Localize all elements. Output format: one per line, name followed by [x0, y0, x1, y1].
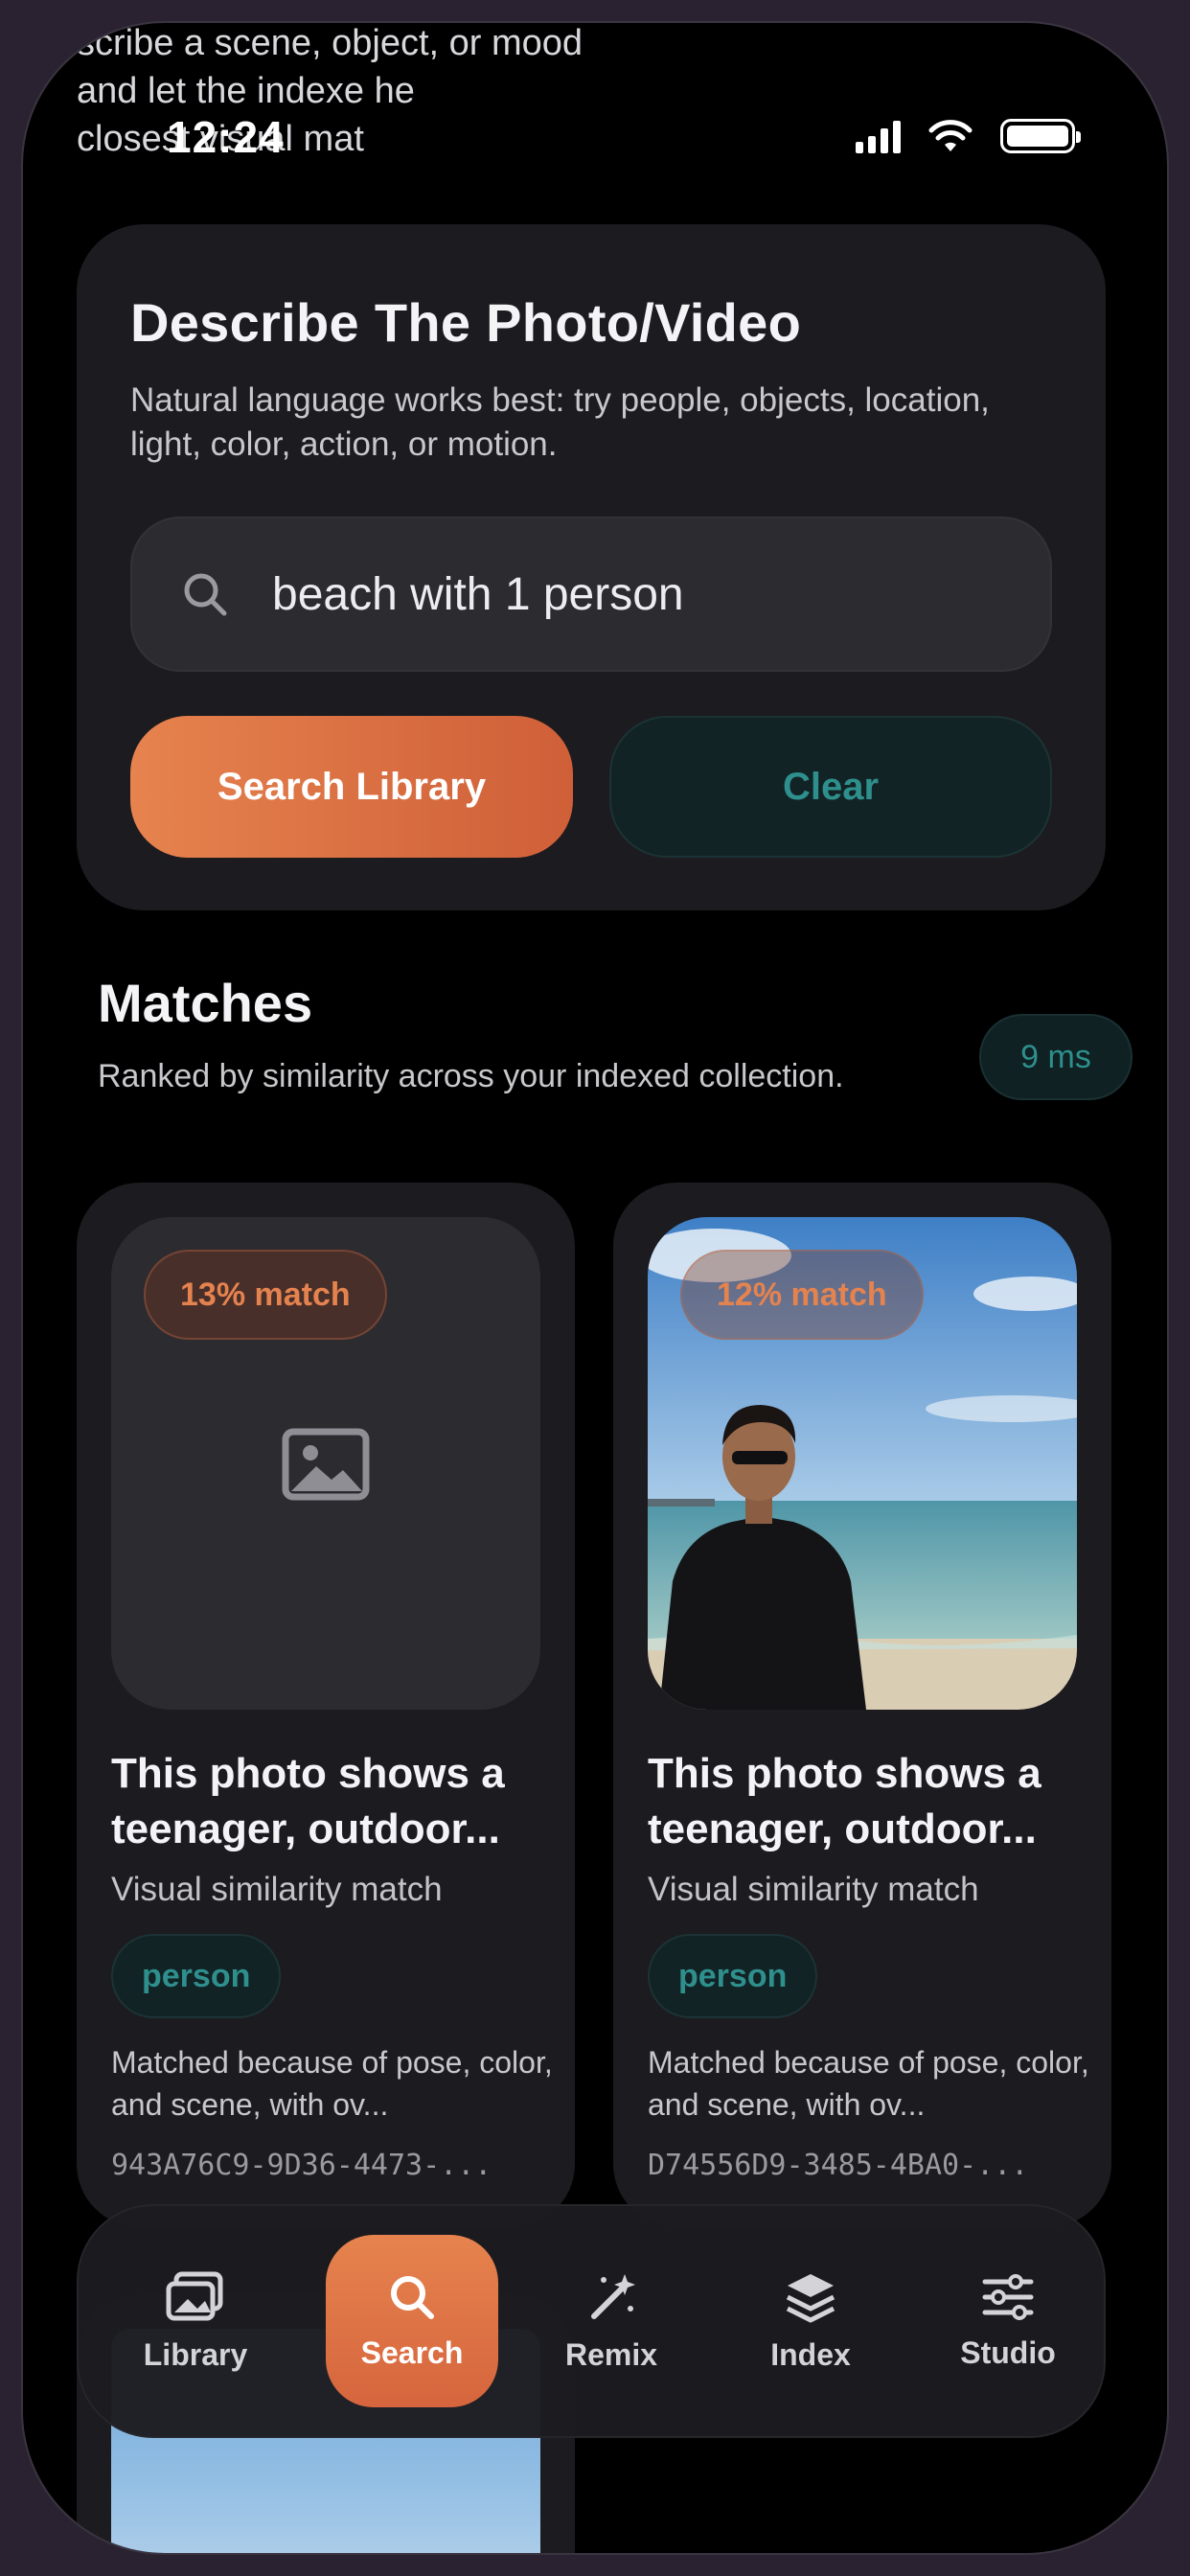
describe-hint: Natural language works best: try people,…: [130, 381, 990, 463]
result-id: D74556D9-3485-4BA0-...: [648, 2149, 1029, 2182]
tab-studio[interactable]: Studio: [922, 2235, 1094, 2407]
result-title: This photo shows a teenager, outdoor...: [648, 1750, 1041, 1852]
result-kind: Visual similarity match: [648, 1871, 979, 1908]
result-thumbnail[interactable]: 13% match: [111, 1217, 540, 1710]
tab-label: Remix: [564, 2336, 658, 2372]
tab-remix[interactable]: Remix: [525, 2235, 698, 2407]
match-percent-badge: 12% match: [680, 1250, 924, 1340]
tab-label: Library: [143, 2336, 248, 2372]
result-tag[interactable]: person: [111, 1934, 282, 2018]
result-tag[interactable]: person: [648, 1934, 818, 2018]
tab-label: Studio: [960, 2334, 1056, 2370]
latency-badge: 9 ms: [979, 1014, 1133, 1100]
tab-search[interactable]: Search: [326, 2235, 498, 2407]
result-reason: Matched because of pose, color, and scen…: [111, 2045, 553, 2122]
tab-library[interactable]: Library: [109, 2235, 282, 2407]
search-input[interactable]: [272, 567, 1019, 621]
search-field[interactable]: [130, 517, 1052, 672]
describe-card: Describe The Photo/Video Natural languag…: [77, 224, 1106, 910]
image-placeholder-icon: [282, 1428, 370, 1501]
battery-icon: [1000, 119, 1081, 153]
magic-wand-icon: [591, 2273, 635, 2319]
result-card[interactable]: 12% match This photo shows a teenager, o…: [613, 1183, 1111, 2227]
library-icon: [166, 2271, 223, 2320]
wifi-icon: [928, 120, 973, 151]
cellular-signal-icon: [856, 119, 901, 153]
action-buttons: Search Library Clear: [130, 716, 1052, 858]
tab-label: Index: [770, 2336, 851, 2372]
tab-label: Search: [360, 2334, 464, 2370]
layers-icon: [786, 2273, 835, 2322]
search-library-button[interactable]: Search Library: [130, 716, 573, 858]
result-kind: Visual similarity match: [111, 1871, 443, 1908]
status-bar: 12:24: [23, 23, 1167, 215]
phone-screen: scribe a scene, object, or mood and let …: [21, 21, 1169, 2555]
describe-title: Describe The Photo/Video: [130, 292, 802, 353]
result-reason: Matched because of pose, color, and scen…: [648, 2045, 1089, 2122]
result-card[interactable]: 13% match This photo shows a teenager, o…: [77, 1183, 575, 2227]
status-time: 12:24: [167, 112, 285, 162]
matches-title: Matches: [98, 973, 313, 1033]
status-icons: [856, 119, 1081, 153]
clear-button[interactable]: Clear: [608, 716, 1052, 858]
result-thumbnail[interactable]: 12% match: [648, 1217, 1077, 1710]
search-icon: [391, 2275, 434, 2319]
tab-index[interactable]: Index: [724, 2235, 897, 2407]
match-percent-badge: 13% match: [144, 1250, 387, 1340]
sliders-icon: [982, 2273, 1034, 2320]
search-icon: [184, 573, 227, 616]
result-id: 943A76C9-9D36-4473-...: [111, 2149, 492, 2182]
bottom-tab-bar: Library Search Remix Index Studio: [77, 2204, 1106, 2438]
matches-subtitle: Ranked by similarity across your indexed…: [98, 1058, 844, 1094]
result-title: This photo shows a teenager, outdoor...: [111, 1750, 505, 1852]
